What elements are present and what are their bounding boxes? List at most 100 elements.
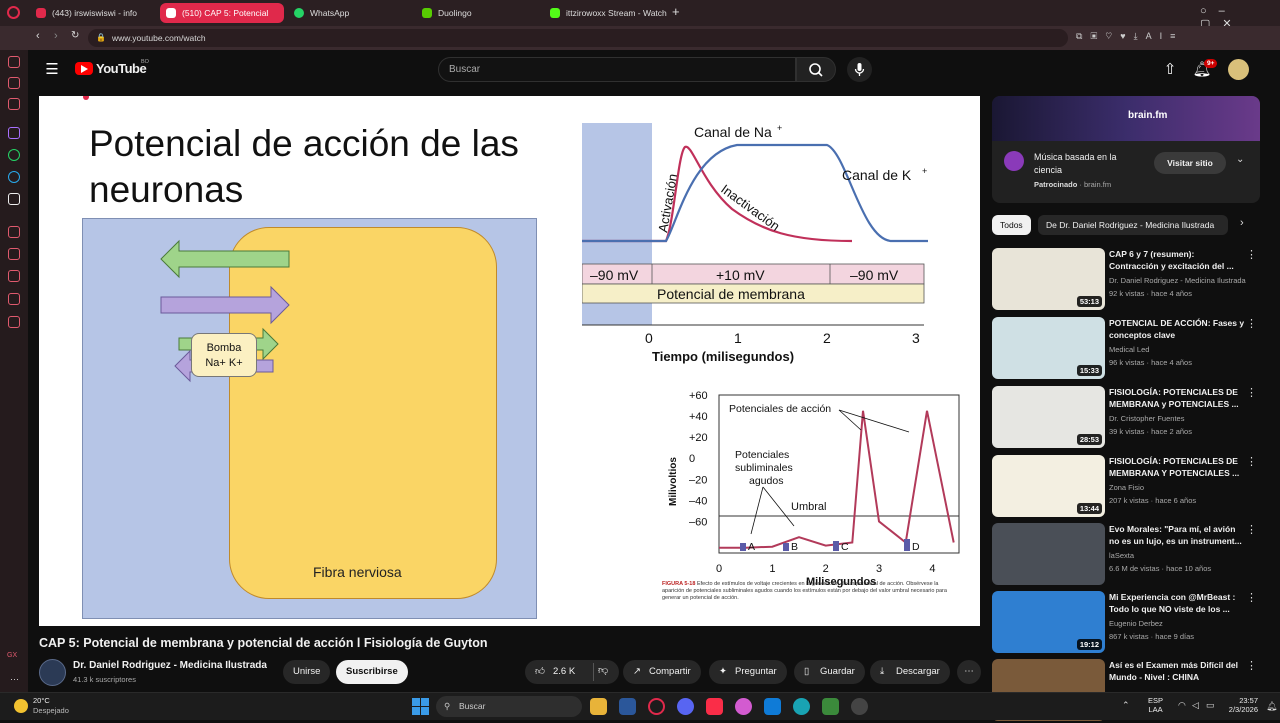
rec-more-icon[interactable]: ⋮ <box>1246 317 1257 330</box>
sponsored-ad[interactable]: brain.fm Música basada en la ciencia Pat… <box>992 96 1260 203</box>
recommendation-item[interactable]: 53:13 CAP 6 y 7 (resumen): Contracción y … <box>992 248 1260 312</box>
sidebar-gx-icon[interactable]: GX <box>7 652 17 659</box>
save-button[interactable]: ▯ Guardar <box>794 660 865 684</box>
windows-start-icon[interactable] <box>412 698 429 715</box>
opera-logo-icon[interactable] <box>7 6 20 19</box>
snapshot-icon[interactable]: ▣ <box>1090 31 1105 41</box>
language-indicator[interactable]: ESP LAA <box>1148 696 1163 714</box>
reload-icon[interactable]: ↻ <box>71 30 79 41</box>
download-button[interactable]: ⤓ Descargar <box>870 660 950 684</box>
rec-channel[interactable]: Medical Led <box>1109 345 1249 354</box>
rec-more-icon[interactable]: ⋮ <box>1246 386 1257 399</box>
rec-title[interactable]: Evo Morales: "Para mí, el avión no es un… <box>1109 523 1245 547</box>
voice-search-button[interactable] <box>847 57 872 82</box>
wifi-icon[interactable]: ◠ <box>1178 700 1186 711</box>
weather-temp[interactable]: 20°C <box>33 696 50 705</box>
visit-site-button[interactable]: Visitar sitio <box>1154 152 1226 174</box>
sidebar-workspace-icon[interactable] <box>8 77 20 89</box>
rec-more-icon[interactable]: ⋮ <box>1246 591 1257 604</box>
recommendation-item[interactable]: 13:44 FISIOLOGÍA: POTENCIALES DE MEMBRANA… <box>992 455 1260 519</box>
video-thumbnail[interactable]: 19:12 <box>992 591 1105 653</box>
search-button[interactable] <box>796 57 836 82</box>
rec-channel[interactable]: Zona Fisio <box>1109 483 1249 492</box>
rec-more-icon[interactable]: ⋮ <box>1246 455 1257 468</box>
bookmark-icon[interactable]: ♡ <box>1105 31 1120 41</box>
music-icon[interactable] <box>706 698 723 715</box>
chip-todos[interactable]: Todos <box>992 215 1031 235</box>
notepad-icon[interactable] <box>822 698 839 715</box>
ai-icon[interactable]: AI <box>1146 31 1171 41</box>
rec-title[interactable]: CAP 6 y 7 (resumen): Contracción y excit… <box>1109 248 1245 272</box>
search-input[interactable]: Buscar <box>438 57 796 82</box>
more-actions-button[interactable]: ⋯ <box>957 660 981 684</box>
minimize-icon[interactable]: – <box>1219 5 1237 17</box>
hamburger-menu-icon[interactable]: ☰ <box>38 55 66 83</box>
rec-channel[interactable]: Dr. Daniel Rodriguez - Medicina Ilustrad… <box>1109 276 1249 285</box>
tab-duolingo[interactable]: Duolingo <box>416 3 540 23</box>
recommendation-item[interactable]: 19:12 Mi Experiencia con @MrBeast : Todo … <box>992 591 1260 655</box>
telegram-icon[interactable] <box>8 171 20 183</box>
tab-kick-stream[interactable]: ittzirowoxx Stream - Watch <box>544 3 668 23</box>
recommendation-item[interactable]: 28:53 FISIOLOGÍA: POTENCIALES DE MEMBRANA… <box>992 386 1260 450</box>
avatar[interactable] <box>1228 59 1249 80</box>
new-tab-button[interactable]: + <box>672 4 680 19</box>
rec-channel[interactable]: laSexta <box>1109 551 1249 560</box>
sidebar-pin-icon[interactable] <box>8 293 20 305</box>
rec-more-icon[interactable]: ⋮ <box>1246 523 1257 536</box>
x-twitter-icon[interactable] <box>8 193 20 205</box>
tab-irswiswiswi[interactable]: (443) irswiswiswi - info <box>30 3 154 23</box>
back-icon[interactable]: ‹ <box>36 30 40 42</box>
download-icon[interactable]: ⤓ <box>1134 31 1146 41</box>
sidebar-flow-icon[interactable] <box>8 270 20 282</box>
video-thumbnail[interactable]: 15:33 <box>992 317 1105 379</box>
youtube-logo-text[interactable]: YouTube <box>96 61 147 76</box>
word-icon[interactable] <box>619 698 636 715</box>
file-explorer-icon[interactable] <box>590 698 607 715</box>
twitch-icon[interactable] <box>8 127 20 139</box>
tab-whatsapp[interactable]: WhatsApp <box>288 3 412 23</box>
sidebar-settings-icon[interactable] <box>8 316 20 328</box>
menu-icon[interactable]: ≡ <box>1170 31 1183 41</box>
rec-title[interactable]: Así es el Examen más Difícil del Mundo -… <box>1109 659 1245 683</box>
rec-more-icon[interactable]: ⋮ <box>1246 659 1257 672</box>
sidebar-player-icon[interactable] <box>8 226 20 238</box>
rec-title[interactable]: FISIOLOGÍA: POTENCIALES DE MEMBRANA Y PO… <box>1109 455 1245 479</box>
ask-button[interactable]: ✦ Preguntar <box>709 660 787 684</box>
url-field[interactable]: 🔒 www.youtube.com/watch <box>88 29 1068 47</box>
rec-channel[interactable]: Eugenio Derbez <box>1109 619 1249 628</box>
app-icon[interactable] <box>735 698 752 715</box>
chips-next-icon[interactable]: › <box>1240 217 1244 229</box>
volume-icon[interactable]: ◁ <box>1192 700 1199 711</box>
heart-icon[interactable]: ♥ <box>1120 31 1133 41</box>
recommendation-item[interactable]: Evo Morales: "Para mí, el avión no es un… <box>992 523 1260 587</box>
sidebar-messenger-icon[interactable] <box>8 98 20 110</box>
rec-title[interactable]: FISIOLOGÍA: POTENCIALES DE MEMBRANA y PO… <box>1109 386 1245 410</box>
forward-icon[interactable]: › <box>54 30 58 42</box>
discord-icon[interactable] <box>677 698 694 715</box>
tray-chevron-up-icon[interactable]: ⌃ <box>1122 700 1130 711</box>
taskbar-search[interactable]: ⚲ Buscar <box>436 696 582 717</box>
edge-icon[interactable] <box>793 698 810 715</box>
clock[interactable]: 23:57 2/3/2026 <box>1224 696 1258 714</box>
channel-name[interactable]: Dr. Daniel Rodriguez - Medicina Ilustrad… <box>73 660 267 671</box>
sidebar-more-icon[interactable]: ⋯ <box>10 674 19 685</box>
rec-title[interactable]: POTENCIAL DE ACCIÓN: Fases y conceptos c… <box>1109 317 1245 341</box>
share-button[interactable]: ↗ Compartir <box>623 660 701 684</box>
video-player[interactable]: Potencial de acción de las neuronas Bomb… <box>39 96 980 626</box>
join-button[interactable]: Unirse <box>283 660 331 684</box>
subscribe-button[interactable]: Suscribirse <box>336 660 408 684</box>
rec-title[interactable]: Mi Experiencia con @MrBeast : Todo lo qu… <box>1109 591 1245 615</box>
whatsapp-sidebar-icon[interactable] <box>8 149 20 161</box>
video-thumbnail[interactable]: 53:13 <box>992 248 1105 310</box>
ad-chevron-down-icon[interactable]: ⌄ <box>1236 154 1244 165</box>
video-thumbnail[interactable]: 13:44 <box>992 455 1105 517</box>
rec-more-icon[interactable]: ⋮ <box>1246 248 1257 261</box>
tab-youtube-active[interactable]: (510) CAP 5: Potencial <box>160 3 284 23</box>
extension-icon[interactable]: ⧉ <box>1076 31 1090 41</box>
video-thumbnail[interactable]: 28:53 <box>992 386 1105 448</box>
video-thumbnail[interactable] <box>992 523 1105 585</box>
sidebar-home-icon[interactable] <box>8 56 20 68</box>
search-tabs-icon[interactable]: ○ <box>1200 5 1219 17</box>
sidebar-history-icon[interactable] <box>8 248 20 260</box>
battery-icon[interactable]: ▭ <box>1206 700 1215 711</box>
